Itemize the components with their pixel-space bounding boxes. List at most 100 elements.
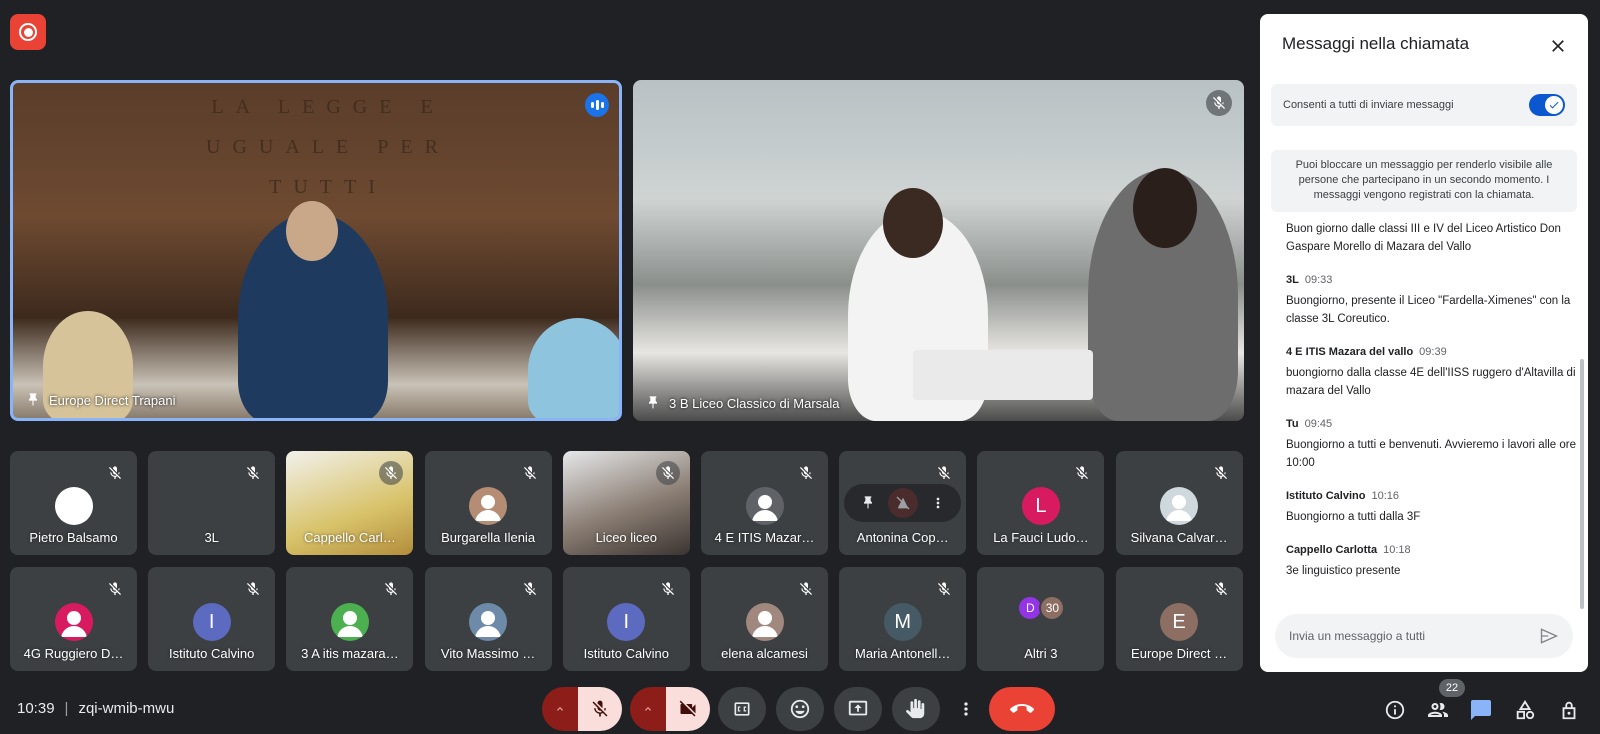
more-vert-icon bbox=[964, 702, 968, 716]
remove-participant-icon bbox=[896, 496, 910, 510]
participant-tile[interactable]: 4G Ruggiero D… bbox=[10, 567, 137, 671]
avatar-letter: D bbox=[1026, 601, 1035, 615]
video-person bbox=[528, 318, 619, 418]
captions-button[interactable] bbox=[718, 687, 766, 731]
participant-tile[interactable]: E Europe Direct … bbox=[1115, 567, 1243, 671]
participant-tile[interactable]: Vito Massimo … bbox=[424, 567, 552, 671]
participant-name: Antonina Cop… bbox=[856, 530, 949, 545]
message-input[interactable] bbox=[1289, 629, 1519, 643]
allow-messages-toggle[interactable] bbox=[1529, 94, 1565, 116]
audio-settings-button[interactable] bbox=[542, 687, 578, 731]
chat-icon bbox=[1471, 700, 1491, 720]
participant-tile[interactable]: Cappello Carl… bbox=[286, 451, 414, 555]
clock: 10:39 bbox=[17, 700, 55, 717]
mic-off-icon bbox=[1206, 90, 1232, 116]
participant-tile[interactable]: Liceo liceo bbox=[562, 451, 690, 555]
participant-tile[interactable]: Silvana Calvar… bbox=[1115, 451, 1243, 555]
message-header: Istituto Calvino 10:16 bbox=[1286, 490, 1576, 502]
participant-tile[interactable]: Pietro Balsamo bbox=[10, 451, 137, 555]
message-header: Tu 09:45 bbox=[1286, 418, 1576, 430]
participant-tile[interactable]: elena alcamesi bbox=[701, 567, 828, 671]
participant-tile[interactable]: L La Fauci Ludo… bbox=[977, 451, 1105, 555]
people-count-badge: 22 bbox=[1439, 679, 1465, 697]
message-text: 3e linguistico presente bbox=[1286, 565, 1401, 577]
participant-name: Pietro Balsamo bbox=[29, 530, 118, 545]
mic-off-icon bbox=[794, 461, 818, 485]
host-controls-button[interactable] bbox=[1556, 697, 1582, 723]
mic-off-icon bbox=[932, 461, 956, 485]
participant-tile[interactable]: 3L bbox=[148, 451, 276, 555]
participant-tile[interactable]: M Maria Antonell… bbox=[839, 567, 967, 671]
participant-tile[interactable]: 4 E ITIS Mazar… bbox=[701, 451, 828, 555]
avatar bbox=[1160, 487, 1199, 525]
chat-panel: Messaggi nella chiamata Consenti a tutti… bbox=[1260, 14, 1588, 672]
pin-button[interactable] bbox=[853, 488, 883, 518]
reactions-button[interactable] bbox=[776, 687, 824, 731]
message: 3L 09:33 Buongiorno, presente il Liceo "Fa… bbox=[1286, 274, 1576, 328]
microphone-toggle-button[interactable] bbox=[578, 687, 622, 731]
message-text: Buongiorno, presente il Liceo "Fardella-… bbox=[1286, 295, 1571, 325]
participant-tile[interactable]: I Istituto Calvino bbox=[562, 567, 690, 671]
tile-hover-controls bbox=[844, 484, 962, 522]
leave-call-button[interactable] bbox=[989, 687, 1055, 731]
message-time: 09:33 bbox=[1304, 274, 1333, 286]
avatar: L bbox=[1021, 487, 1060, 525]
pin-icon[interactable] bbox=[25, 392, 41, 408]
people-button[interactable] bbox=[1425, 697, 1451, 723]
others-count-avatar: 30 bbox=[1039, 595, 1066, 621]
video-settings-button[interactable] bbox=[630, 687, 666, 731]
message-header: 4 E ITIS Mazara del vallo 09:39 bbox=[1286, 346, 1576, 358]
send-icon[interactable] bbox=[1539, 626, 1559, 646]
remove-button[interactable] bbox=[887, 488, 918, 518]
chat-button[interactable] bbox=[1468, 697, 1494, 723]
video-person bbox=[1133, 168, 1197, 248]
message-text: buongiorno dalla classe 4E dell'IISS rug… bbox=[1286, 367, 1576, 397]
participant-tile[interactable]: I Istituto Calvino bbox=[148, 567, 276, 671]
more-options-button[interactable] bbox=[950, 687, 982, 731]
toggle-label: Consenti a tutti di inviare messaggi bbox=[1283, 99, 1454, 111]
camera-toggle-button[interactable] bbox=[666, 687, 710, 731]
message-author: Istituto Calvino bbox=[1286, 490, 1366, 502]
raise-hand-button[interactable] bbox=[892, 687, 940, 731]
allow-messages-setting: Consenti a tutti di inviare messaggi bbox=[1271, 84, 1577, 126]
avatar: I bbox=[192, 603, 231, 641]
main-video-tile-pinned[interactable]: 3 B Liceo Classico di Marsala bbox=[633, 80, 1244, 421]
mic-off-icon bbox=[592, 700, 608, 717]
message-header: Cappello Carlotta 10:18 bbox=[1286, 544, 1576, 556]
tile-more-button[interactable] bbox=[923, 488, 953, 518]
main-video-tile-speaker[interactable]: LA LEGGE E UGUALE PER TUTTI Europe Direc… bbox=[10, 80, 622, 421]
participant-name: 3 A itis mazara… bbox=[301, 646, 399, 661]
activities-button[interactable] bbox=[1512, 697, 1538, 723]
chevron-up-icon bbox=[557, 707, 563, 711]
present-screen-button[interactable] bbox=[834, 687, 882, 731]
close-panel-button[interactable] bbox=[1546, 34, 1570, 58]
message-text: Buongiorno a tutti e benvenuti. Avvierem… bbox=[1286, 439, 1577, 469]
participant-name: Burgarella Ilenia bbox=[441, 530, 536, 545]
meeting-details-button[interactable] bbox=[1382, 697, 1408, 723]
participant-name: Istituto Calvino bbox=[583, 646, 669, 661]
mic-off-icon bbox=[1209, 577, 1233, 601]
present-icon bbox=[848, 700, 868, 716]
participant-tile[interactable]: D 30 Altri 3 bbox=[977, 567, 1105, 671]
call-end-icon bbox=[1010, 704, 1034, 713]
participant-name: elena alcamesi bbox=[721, 646, 808, 661]
record-icon bbox=[19, 23, 37, 41]
mic-off-icon bbox=[103, 461, 127, 485]
lock-person-icon bbox=[1562, 701, 1576, 720]
participant-name: 3L bbox=[204, 530, 219, 545]
avatar-letter: L bbox=[1035, 494, 1047, 517]
scrollbar[interactable] bbox=[1580, 359, 1584, 609]
participant-tile[interactable]: Burgarella Ilenia bbox=[424, 451, 552, 555]
mic-off-icon bbox=[1209, 461, 1233, 485]
message: 4 E ITIS Mazara del vallo 09:39 buongiorno… bbox=[1286, 346, 1576, 400]
participant-tile[interactable]: 3 A itis mazara… bbox=[286, 567, 414, 671]
pin-icon[interactable] bbox=[645, 395, 661, 411]
separator: | bbox=[64, 700, 69, 717]
recording-indicator[interactable] bbox=[10, 14, 46, 50]
participant-name: Istituto Calvino bbox=[169, 646, 255, 661]
avatar: E bbox=[1160, 603, 1199, 641]
chevron-up-icon bbox=[645, 707, 651, 711]
mic-off-icon bbox=[1070, 461, 1094, 485]
mic-off-icon bbox=[518, 577, 542, 601]
participant-tile[interactable]: Antonina Cop… bbox=[839, 451, 967, 555]
